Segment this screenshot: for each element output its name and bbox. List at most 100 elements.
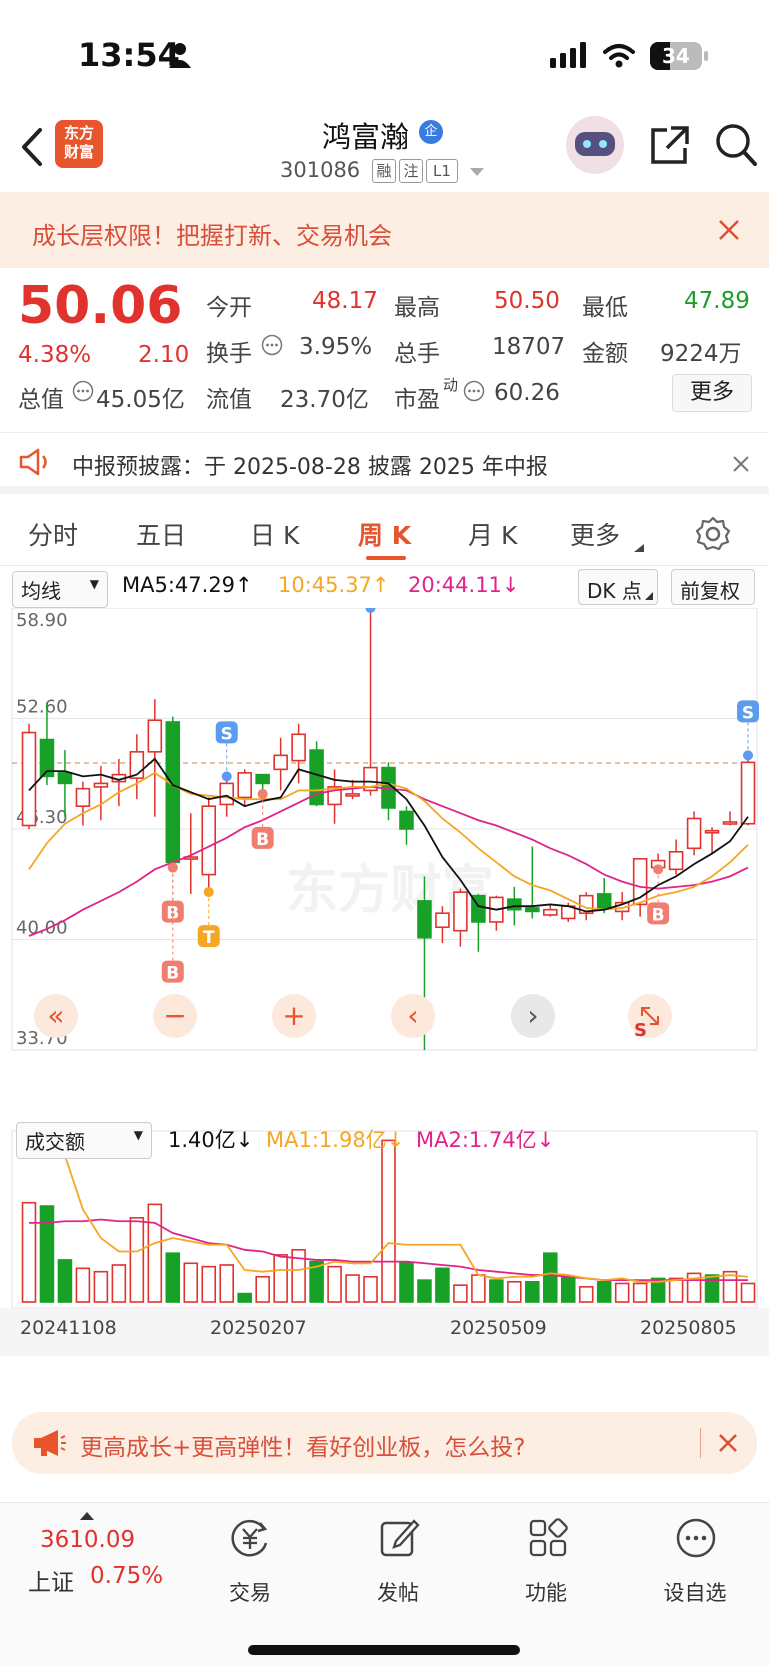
battery-level: 34 — [662, 44, 690, 68]
marker-dot — [203, 887, 214, 898]
more-button[interactable]: 更多 — [672, 374, 752, 412]
marker-label: S — [221, 724, 233, 744]
back-icon[interactable] — [18, 126, 44, 168]
info-dots-icon[interactable] — [463, 380, 485, 402]
up-triangle-icon — [80, 1512, 94, 1520]
candle-body — [273, 754, 288, 771]
marker-label: B — [256, 830, 269, 850]
float-cap-value: 23.70亿 — [280, 387, 369, 413]
period-tabs: 分时 五日 日 K 周 K 月 K 更多 — [0, 500, 769, 566]
tab-intraday[interactable]: 分时 — [28, 516, 78, 552]
kline-svg[interactable]: 58.9052.6046.3040.0033.70东方财富BBTSBSBS«−+… — [0, 608, 769, 1398]
volume-bar — [21, 1201, 37, 1303]
nav-add-watchlist[interactable]: 设自选 — [645, 1577, 745, 1607]
volume-bar — [201, 1265, 217, 1303]
volume-bar — [578, 1286, 594, 1303]
ma10-legend-text: 10:45.37 — [278, 573, 372, 597]
person-icon — [169, 43, 191, 68]
y-tick-label: 58.90 — [16, 610, 68, 631]
candle-body — [165, 721, 181, 864]
search-icon[interactable] — [714, 122, 758, 168]
index-value[interactable]: 3610.09 — [40, 1527, 135, 1553]
close-icon[interactable] — [718, 1433, 738, 1453]
volume-select[interactable]: 成交额 ▼ — [16, 1122, 152, 1159]
info-dots-icon[interactable] — [261, 334, 283, 356]
volume-bar — [111, 1264, 127, 1303]
index-name[interactable]: 上证 — [28, 1563, 74, 1597]
tab-five-day[interactable]: 五日 — [136, 516, 186, 552]
pan-left-icon-glyph: ‹ — [407, 999, 418, 1032]
gear-icon[interactable] — [695, 516, 731, 552]
candle-body — [237, 772, 252, 799]
candle-body — [722, 821, 738, 825]
volume-bar — [363, 1275, 378, 1303]
promo-banner[interactable]: 更高成长+更高弹性！看好创业板，怎么投? — [12, 1412, 757, 1474]
high-value: 50.50 — [494, 288, 560, 314]
dk-point-label: DK 点 — [587, 579, 642, 603]
candle-body — [686, 817, 702, 850]
pe-value: 60.26 — [494, 380, 560, 406]
market-cap-value: 45.05亿 — [96, 387, 185, 413]
caret-icon — [634, 544, 644, 552]
share-icon[interactable] — [649, 124, 691, 166]
permission-banner[interactable]: 成长层权限！把握打新、交易机会 — [0, 192, 769, 268]
candle-body — [147, 719, 163, 753]
nav-post[interactable]: 发帖 — [348, 1577, 448, 1607]
candle-body — [525, 907, 540, 913]
margin-tag: 融 — [372, 159, 396, 183]
quote-panel: 50.06 4.38% 2.10 今开 48.17 最高 50.50 最低 47… — [0, 270, 769, 430]
volume-select-label: 成交额 — [25, 1130, 85, 1154]
close-icon[interactable] — [718, 219, 740, 241]
change-percent: 4.38% — [18, 342, 92, 368]
candle-body — [57, 772, 73, 785]
status-bar: 13:54 34 — [0, 0, 769, 110]
volume-bar — [560, 1275, 576, 1303]
marker-dot — [653, 864, 664, 875]
nav-trade[interactable]: 交易 — [200, 1577, 300, 1607]
pan-right-icon-glyph: › — [527, 999, 538, 1032]
current-price: 50.06 — [18, 276, 183, 336]
low-value: 47.89 — [684, 288, 750, 314]
tab-weekly-k[interactable]: 周 K — [358, 516, 411, 552]
volume-bar — [237, 1292, 252, 1303]
volume-bar — [255, 1275, 270, 1303]
more-circle-icon[interactable] — [675, 1517, 717, 1559]
candle-body — [75, 787, 91, 807]
signal-icon — [550, 42, 586, 68]
volume-bar — [632, 1282, 648, 1303]
caret-down-icon[interactable] — [470, 168, 484, 178]
trade-yuan-icon[interactable] — [229, 1517, 271, 1559]
volume-bar — [453, 1284, 468, 1303]
ma20-legend: 20:44.11↓ — [408, 573, 520, 597]
compose-icon[interactable] — [378, 1517, 420, 1559]
bottom-toolbar: 3610.09 上证 0.75% 交易 发帖 功能 设自选 — [0, 1502, 769, 1665]
candle-body — [668, 851, 684, 871]
index-percent[interactable]: 0.75% — [90, 1563, 163, 1589]
tab-more[interactable]: 更多 — [570, 516, 620, 552]
battery-icon: 34 — [650, 42, 702, 70]
stock-code: 301086 — [280, 158, 361, 182]
ma-select[interactable]: 均线 ▼ — [12, 571, 108, 608]
volume-bar — [596, 1281, 612, 1303]
volume-bar — [39, 1205, 55, 1303]
volume-bar — [273, 1254, 288, 1303]
tab-monthly-k[interactable]: 月 K — [468, 516, 517, 552]
y-tick-label: 52.60 — [16, 697, 68, 718]
volume-bar — [435, 1267, 450, 1303]
tab-daily-k[interactable]: 日 K — [250, 516, 299, 552]
volume-bar — [704, 1274, 720, 1303]
nav-functions[interactable]: 功能 — [496, 1577, 596, 1607]
assistant-avatar-icon[interactable] — [566, 116, 624, 174]
high-label: 最高 — [394, 295, 440, 321]
notice-bar[interactable]: 中报预披露：于 2025-08-28 披露 2025 年中报 — [0, 432, 769, 494]
apps-icon[interactable] — [527, 1517, 569, 1559]
adjust-rights-button[interactable]: 前复权 — [671, 569, 755, 605]
ma20-legend-text: 20:44.11 — [408, 573, 502, 597]
megaphone-icon — [34, 1430, 66, 1456]
candle-body — [21, 731, 37, 827]
volume-bar — [57, 1259, 73, 1303]
dk-point-button[interactable]: DK 点 — [578, 569, 658, 605]
info-dots-icon[interactable] — [72, 380, 94, 402]
close-icon[interactable] — [732, 455, 750, 473]
x-tick-label: 20250509 — [450, 1317, 547, 1339]
